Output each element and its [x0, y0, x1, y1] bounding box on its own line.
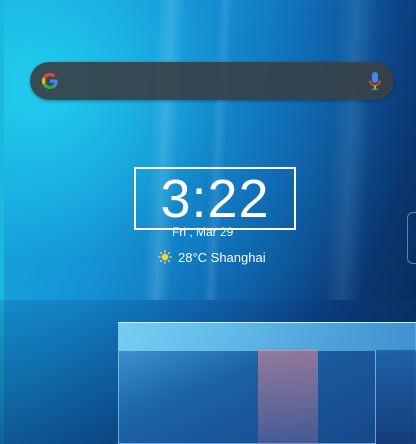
weather-text: 28°C Shanghai — [178, 249, 266, 265]
edge-panel-handle[interactable] — [407, 212, 416, 264]
clock-time: 3:22 — [160, 169, 270, 229]
google-icon — [42, 73, 58, 89]
sun-icon — [158, 250, 172, 264]
mic-icon[interactable] — [368, 71, 382, 91]
google-search-bar[interactable] — [30, 62, 394, 100]
wallpaper-cube-top — [118, 322, 416, 351]
wallpaper-cube-glow — [258, 350, 318, 444]
clock-widget[interactable]: 3:22 — [134, 167, 296, 230]
wallpaper-cube-side — [375, 350, 416, 444]
date-text[interactable]: Fri , Mar 29 — [172, 225, 262, 239]
weather-widget[interactable]: 28°C Shanghai — [158, 249, 266, 265]
